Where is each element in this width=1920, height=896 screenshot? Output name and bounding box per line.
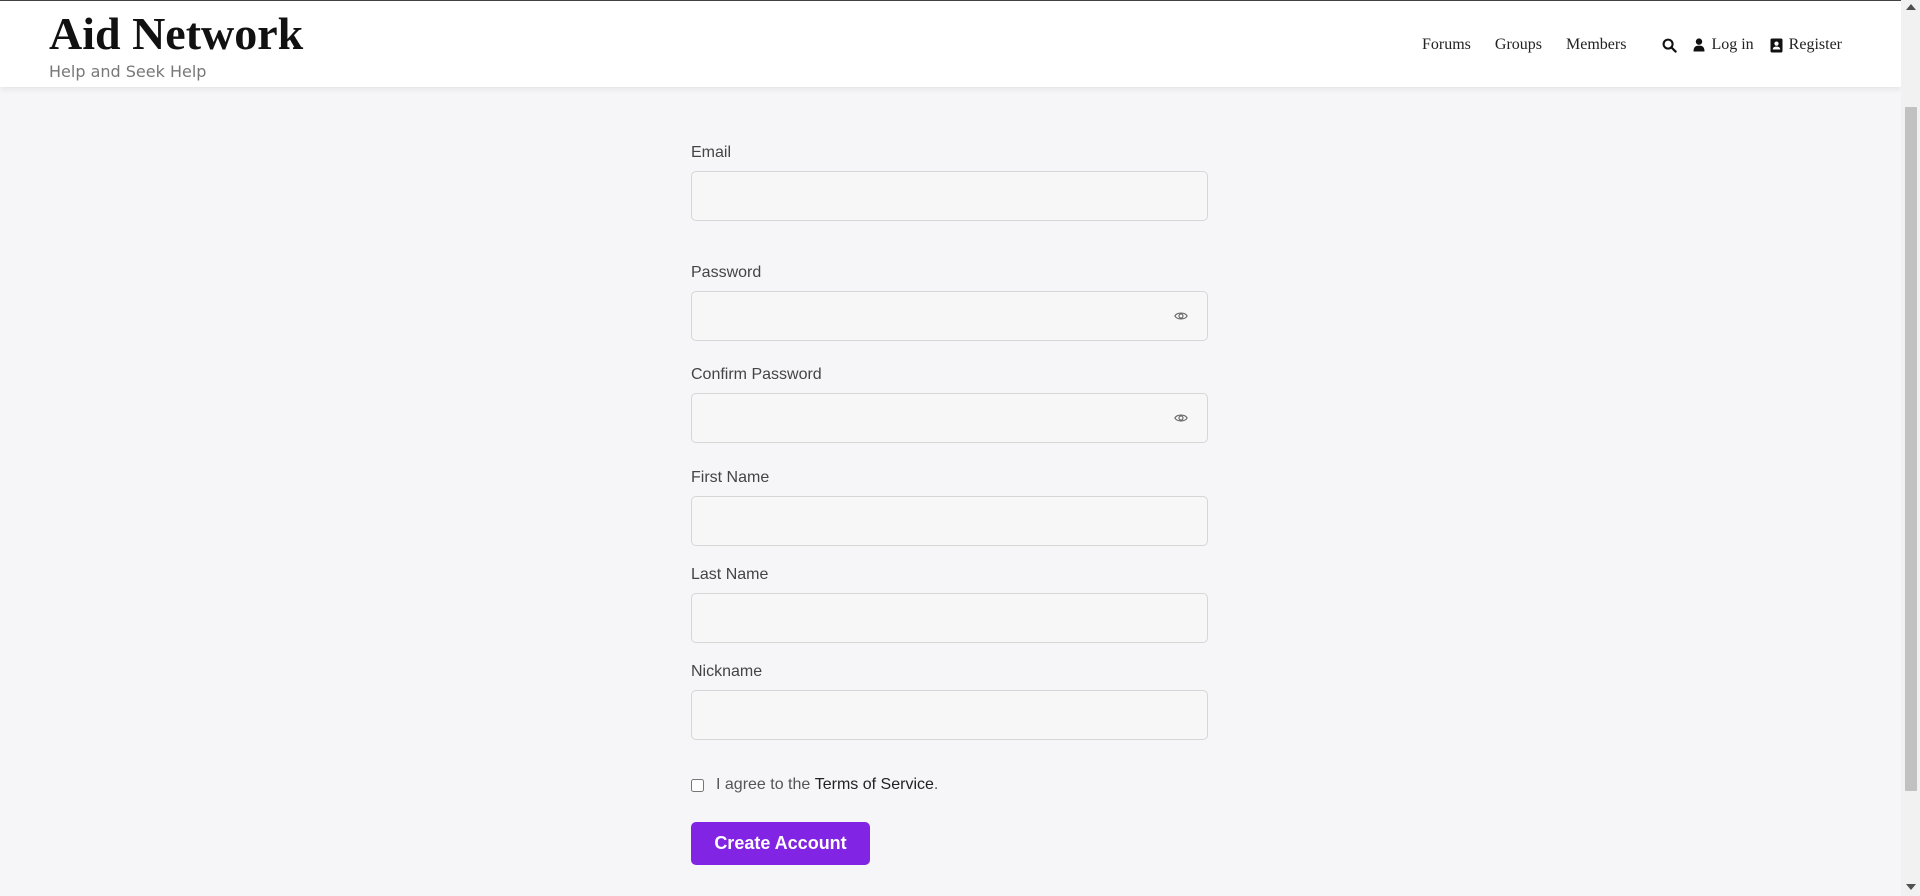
nickname-field-group: Nickname: [691, 662, 1208, 740]
nav-groups[interactable]: Groups: [1495, 36, 1542, 54]
address-card-icon: [1770, 38, 1783, 52]
nickname-label: Nickname: [691, 663, 763, 680]
terms-prefix: I agree to the: [716, 776, 811, 793]
terms-suffix: .: [933, 776, 939, 793]
main-nav: Forums Groups Members Log in Register: [1422, 31, 1842, 59]
terms-agreement: I agree to the Terms of Service.: [691, 776, 938, 794]
email-label: Email: [691, 144, 732, 161]
email-field-group: Email: [691, 143, 1208, 221]
last-name-label: Last Name: [691, 566, 769, 583]
register-link[interactable]: Register: [1770, 36, 1842, 54]
password-field-group: Password: [691, 263, 1208, 341]
site-branding: Aid Network Help and Seek Help: [49, 8, 303, 81]
search-button[interactable]: [1662, 38, 1678, 53]
last-name-field[interactable]: [691, 593, 1208, 643]
site-header: Aid Network Help and Seek Help Forums Gr…: [0, 1, 1901, 87]
nickname-field[interactable]: [691, 690, 1208, 740]
login-label: Log in: [1711, 36, 1754, 53]
scroll-thumb[interactable]: [1905, 107, 1917, 791]
scroll-down-arrow-icon[interactable]: [1906, 884, 1916, 890]
first-name-field-group: First Name: [691, 468, 1208, 546]
site-tagline: Help and Seek Help: [49, 62, 207, 81]
terms-checkbox[interactable]: [691, 778, 704, 792]
nav-forums[interactable]: Forums: [1422, 36, 1471, 54]
password-label: Password: [691, 264, 762, 281]
register-label: Register: [1788, 36, 1842, 53]
eye-icon[interactable]: [1174, 411, 1188, 425]
page-scrollbar[interactable]: [1901, 0, 1920, 896]
eye-icon[interactable]: [1174, 309, 1188, 323]
last-name-field-group: Last Name: [691, 565, 1208, 643]
confirm-password-field-group: Confirm Password: [691, 365, 1208, 443]
site-title[interactable]: Aid Network: [49, 8, 303, 60]
scroll-up-arrow-icon[interactable]: [1906, 4, 1916, 10]
create-account-button[interactable]: Create Account: [691, 822, 870, 865]
email-field[interactable]: [691, 171, 1208, 221]
first-name-field[interactable]: [691, 496, 1208, 546]
confirm-password-field[interactable]: [691, 393, 1208, 443]
user-icon: [1693, 38, 1705, 52]
terms-of-service-link[interactable]: Terms of Service: [815, 776, 934, 794]
nav-actions: Log in Register: [1662, 36, 1842, 54]
search-icon: [1663, 38, 1678, 53]
nav-members[interactable]: Members: [1566, 36, 1626, 54]
first-name-label: First Name: [691, 469, 770, 486]
password-field[interactable]: [691, 291, 1208, 341]
login-link[interactable]: Log in: [1693, 36, 1754, 54]
confirm-password-label: Confirm Password: [691, 366, 822, 383]
